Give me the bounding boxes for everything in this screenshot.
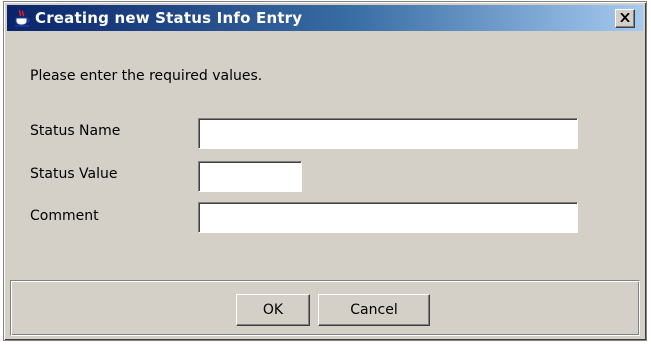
status-name-label: Status Name: [30, 123, 121, 139]
close-icon: [620, 13, 630, 22]
ok-button[interactable]: OK: [236, 294, 310, 326]
instructions-text: Please enter the required values.: [30, 68, 263, 84]
comment-label: Comment: [30, 208, 99, 224]
comment-field[interactable]: [198, 202, 578, 233]
status-value-field[interactable]: [198, 161, 302, 192]
close-button[interactable]: [615, 9, 635, 28]
cancel-button[interactable]: Cancel: [318, 294, 430, 326]
status-info-dialog: Creating new Status Info Entry Please en…: [3, 1, 647, 341]
button-panel: OK Cancel: [10, 280, 640, 336]
java-coffee-cup-icon: [13, 9, 31, 27]
title-bar[interactable]: Creating new Status Info Entry: [7, 5, 643, 31]
status-name-field[interactable]: [198, 118, 578, 149]
window-title: Creating new Status Info Entry: [35, 9, 303, 27]
status-value-label: Status Value: [30, 166, 118, 182]
